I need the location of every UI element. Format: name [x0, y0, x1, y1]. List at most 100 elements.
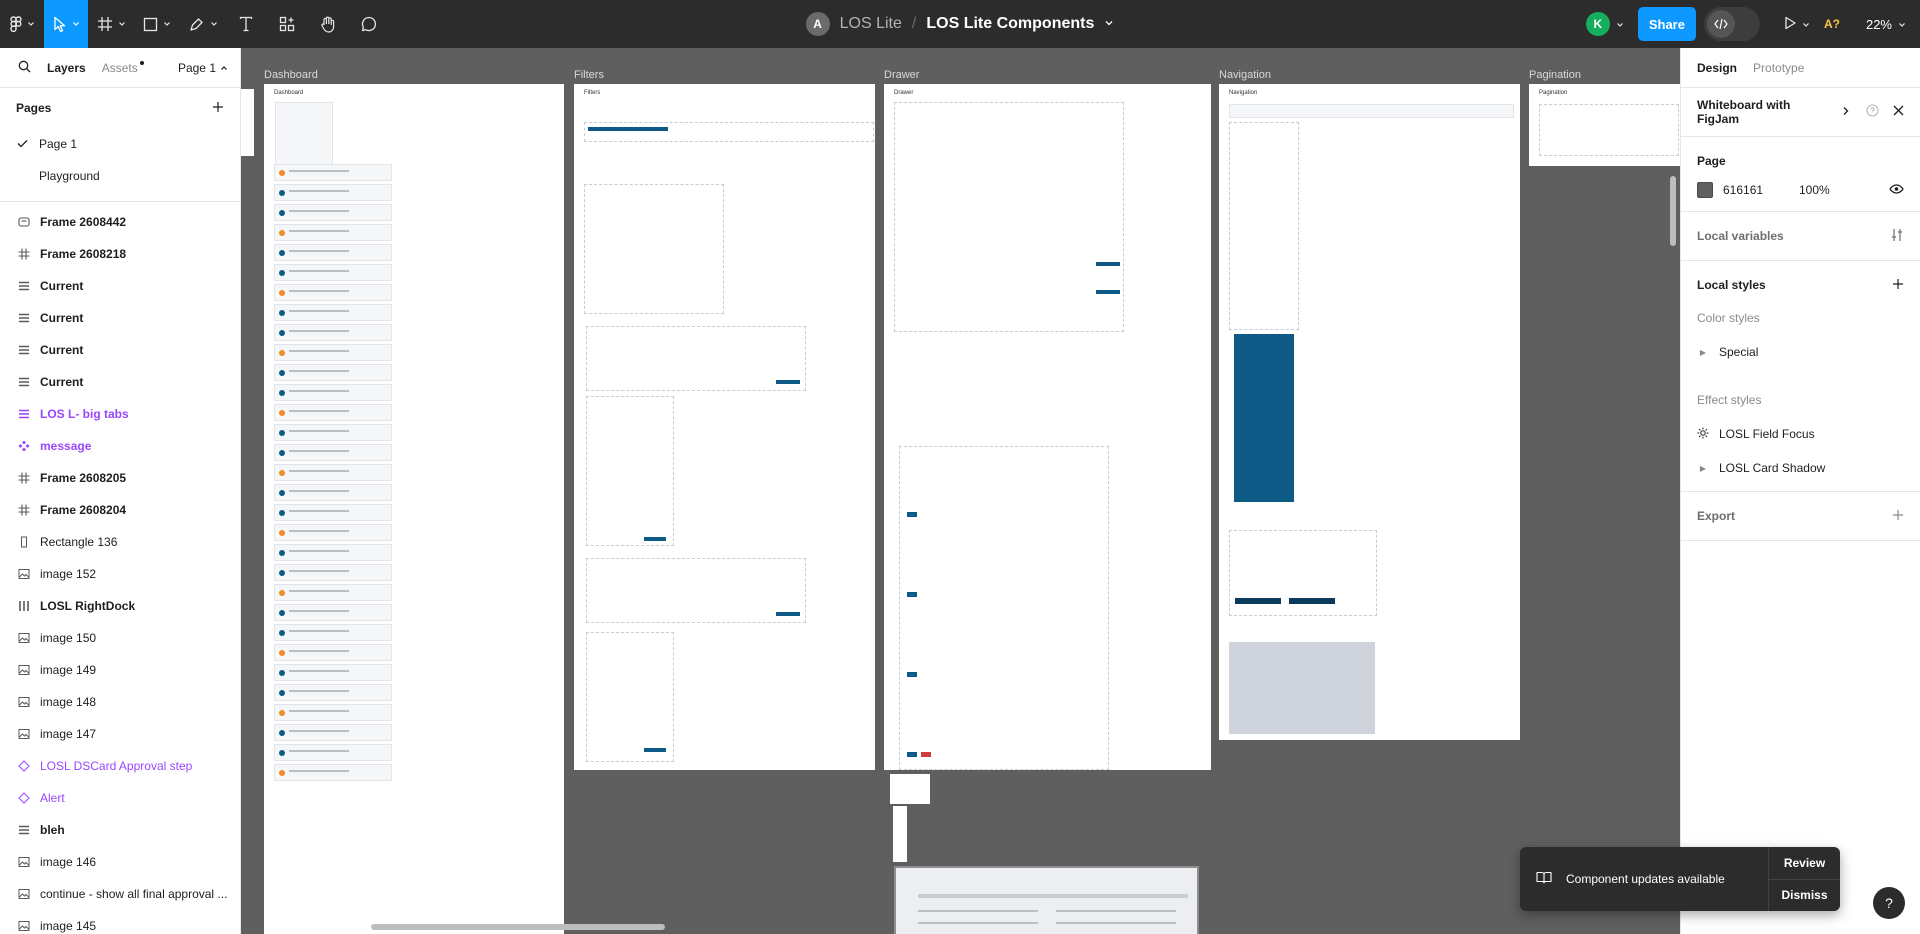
tab-assets[interactable]: Assets	[102, 60, 144, 75]
tab-layers[interactable]: Layers	[47, 61, 86, 75]
color-swatch[interactable]	[1697, 182, 1713, 198]
layer-row[interactable]: image 146	[0, 846, 240, 878]
page-item-playground[interactable]: Playground	[0, 160, 240, 192]
zoom-menu[interactable]: 22%	[1866, 17, 1906, 32]
layer-row[interactable]: Frame 2608205	[0, 462, 240, 494]
layer-row[interactable]: image 149	[0, 654, 240, 686]
shape-tool-button[interactable]	[134, 0, 180, 48]
add-style-plus-icon[interactable]	[1892, 278, 1904, 293]
style-group-card-shadow[interactable]: ▶ LOSL Card Shadow	[1697, 451, 1904, 485]
layer-row[interactable]: image 152	[0, 558, 240, 590]
layer-row[interactable]: image 150	[0, 622, 240, 654]
page-color-hex[interactable]: 616161	[1723, 183, 1789, 197]
resources-tool-button[interactable]	[266, 0, 308, 48]
text-lines-icon	[18, 408, 30, 420]
export-label: Export	[1697, 509, 1736, 523]
frame-label-filters[interactable]: Filters	[574, 69, 604, 81]
move-tool-button[interactable]	[44, 0, 88, 48]
layer-row[interactable]: Frame 2608442	[0, 206, 240, 238]
page-item-page-1[interactable]: Page 1	[0, 128, 240, 160]
frame-navigation[interactable]: Navigation	[1219, 84, 1520, 740]
page-selector[interactable]: Page 1	[178, 61, 228, 75]
loan-terms-card[interactable]	[894, 866, 1199, 934]
local-variables-row[interactable]: Local variables	[1697, 212, 1904, 260]
chevron-down-icon[interactable]	[1104, 15, 1114, 33]
layer-row[interactable]: LOSL DSCard Approval step	[0, 750, 240, 782]
horizontal-scrollbar[interactable]	[371, 924, 665, 930]
dashboard-list-card	[274, 184, 392, 201]
dev-mode-toggle[interactable]	[1703, 7, 1760, 41]
layer-row[interactable]: Rectangle 136	[0, 526, 240, 558]
comment-tool-button[interactable]	[348, 0, 390, 48]
design-canvas[interactable]: Dashboard Dashboard Filters Filters Draw…	[241, 48, 1680, 934]
eye-icon[interactable]	[1889, 183, 1904, 197]
layer-row[interactable]: continue - show all final approval ...	[0, 878, 240, 910]
tab-design[interactable]: Design	[1697, 61, 1737, 75]
frame-label-pagination[interactable]: Pagination	[1529, 69, 1581, 81]
collateral-card[interactable]	[890, 774, 930, 804]
layer-row[interactable]: Current	[0, 302, 240, 334]
add-page-plus-icon[interactable]	[212, 101, 224, 116]
main-menu-button[interactable]	[0, 0, 44, 48]
frame-drawer-lower[interactable]	[884, 334, 1211, 770]
layer-row[interactable]: Frame 2608204	[0, 494, 240, 526]
layer-row[interactable]: LOSL RightDock	[0, 590, 240, 622]
layer-row[interactable]: Frame 2608218	[0, 238, 240, 270]
project-name-link[interactable]: LOS Lite	[840, 15, 902, 33]
layer-row[interactable]: Current	[0, 334, 240, 366]
frame-label-drawer[interactable]: Drawer	[884, 69, 919, 81]
frame-label-dashboard[interactable]: Dashboard	[264, 69, 318, 81]
layer-row[interactable]: image 148	[0, 686, 240, 718]
dashboard-list-card	[274, 564, 392, 581]
close-icon[interactable]	[1893, 105, 1904, 119]
chevron-down-icon[interactable]	[1616, 17, 1624, 32]
chevron-up-icon	[220, 61, 228, 75]
add-export-plus-icon[interactable]	[1892, 509, 1904, 524]
pen-tool-button[interactable]	[180, 0, 226, 48]
chevron-down-icon[interactable]	[1802, 17, 1810, 32]
dismiss-button[interactable]: Dismiss	[1769, 878, 1840, 912]
review-button[interactable]: Review	[1769, 847, 1840, 879]
frame-tool-button[interactable]	[88, 0, 134, 48]
frame-dashboard[interactable]: Dashboard	[264, 84, 564, 934]
whiteboard-banner[interactable]: Whiteboard with FigJam	[1681, 88, 1920, 137]
layer-row[interactable]: Current	[0, 270, 240, 302]
frame-filters[interactable]: Filters	[574, 84, 875, 770]
accessibility-check-button[interactable]: A?	[1824, 17, 1840, 31]
team-avatar[interactable]: A	[805, 12, 830, 36]
dashboard-list-card	[274, 224, 392, 241]
page-opacity[interactable]: 100%	[1799, 183, 1830, 197]
icon-strip[interactable]	[893, 806, 907, 862]
file-name-title[interactable]: LOS Lite Components	[926, 15, 1094, 33]
user-avatar[interactable]: K	[1585, 12, 1610, 36]
layer-row[interactable]: image 147	[0, 718, 240, 750]
nav-footer-sample	[1229, 642, 1375, 734]
share-button[interactable]: Share	[1637, 7, 1696, 41]
effect-style-field-focus[interactable]: LOSL Field Focus	[1697, 417, 1904, 451]
text-tool-button[interactable]	[226, 0, 266, 48]
frame-label-navigation[interactable]: Navigation	[1219, 69, 1271, 81]
style-group-special[interactable]: ▶ Special	[1697, 335, 1904, 369]
filter-panel	[586, 396, 674, 546]
hand-tool-button[interactable]	[308, 0, 348, 48]
dashboard-list-card	[274, 424, 392, 441]
variables-sliders-icon[interactable]	[1890, 228, 1904, 245]
layer-row[interactable]: image 145	[0, 910, 240, 934]
layer-row[interactable]: Current	[0, 366, 240, 398]
frame-drawer[interactable]: Drawer	[884, 84, 1211, 334]
tab-prototype[interactable]: Prototype	[1753, 61, 1804, 75]
layer-row[interactable]: Alert	[0, 782, 240, 814]
search-icon[interactable]	[18, 60, 31, 76]
present-play-icon[interactable]	[1784, 16, 1796, 33]
offscreen-frame[interactable]	[241, 89, 254, 156]
vertical-scrollbar[interactable]	[1670, 176, 1676, 246]
layer-row[interactable]: message	[0, 430, 240, 462]
help-button[interactable]: ?	[1873, 887, 1905, 919]
layer-row[interactable]: bleh	[0, 814, 240, 846]
export-row[interactable]: Export	[1697, 492, 1904, 540]
frame-pagination[interactable]: Pagination	[1529, 84, 1680, 166]
layer-row[interactable]: LOS L- big tabs	[0, 398, 240, 430]
dashboard-list-card	[274, 704, 392, 721]
filter-form	[584, 184, 724, 314]
help-circle-icon[interactable]	[1866, 104, 1879, 120]
